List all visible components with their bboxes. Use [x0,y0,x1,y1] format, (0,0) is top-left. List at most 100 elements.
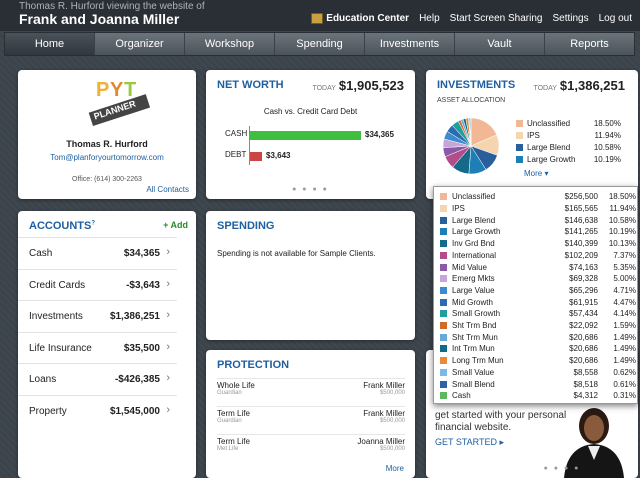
allocation-swatch [440,380,447,388]
chart-title: Cash vs. Credit Card Debt [263,107,358,116]
advisor-name: Thomas R. Hurford [66,139,148,149]
allocation-row: Sht Trm Mun $20,686 1.49% [440,331,636,343]
legend-swatch [516,132,523,139]
tab-investments[interactable]: Investments [365,33,455,55]
carousel-dots[interactable]: ● ● ● ● [206,186,415,193]
allocation-swatch [440,251,447,259]
settings-link[interactable]: Settings [552,13,588,24]
promo-text: get started with your personal financial … [435,410,567,433]
policy-row[interactable]: Whole Life Guardian Frank Miller $500,000 [217,378,405,396]
allocation-swatch [440,263,447,271]
add-account-button[interactable]: + Add [163,220,188,230]
allocation-row: Inv Grd Bnd $140,399 10.13% [440,238,636,250]
allocation-row: Emerg Mkts $69,328 5.00% [440,273,636,285]
advisor-phone: Office: (614) 300-2263 [72,176,142,183]
education-center-link[interactable]: Education Center [311,13,409,24]
advisor-card: P Y T PLANNER Thomas R. Hurford Tom@plan… [18,70,196,199]
chevron-right-icon: › [166,277,170,290]
get-started-link[interactable]: GET STARTED ▸ [435,437,504,448]
allocation-swatch [440,333,447,341]
account-row[interactable]: Investments $1,386,251 › [18,300,177,331]
tab-organizer[interactable]: Organizer [95,33,185,55]
spending-title: SPENDING [217,220,275,232]
allocation-popup: Unclassified $256,500 18.50% IPS $165,565 11.… [433,186,638,404]
allocation-pie[interactable] [442,117,500,175]
policy-row[interactable]: Term Life Guardian Frank Miller $500,000 [217,406,405,424]
svg-text:Y: Y [110,79,124,101]
legend-swatch [516,120,523,127]
policy-row[interactable]: Term Life Met Life Joanna Miller $500,000 [217,434,405,452]
spending-message: Spending is not available for Sample Cli… [217,249,376,258]
protection-more-link[interactable]: More [386,464,404,473]
chevron-right-icon: › [166,340,170,353]
account-row[interactable]: Life Insurance $35,500 › [18,331,177,363]
allocation-row: Long Trm Mun $20,686 1.49% [440,355,636,367]
allocation-swatch [440,357,447,365]
account-row[interactable]: Property $1,545,000 › [18,394,177,426]
net-worth-today: TODAY $1,905,523 [312,78,404,93]
tab-vault[interactable]: Vault [455,33,545,55]
allocation-row: Large Blend $146,638 10.58% [440,214,636,226]
advisor-email[interactable]: Tom@planforyourtomorrow.com [18,153,196,162]
bar-value-cash: $34,365 [365,130,394,139]
allocation-row: Small Value $8,558 0.62% [440,367,636,379]
allocation-row: Small Growth $57,434 4.14% [440,308,636,320]
all-contacts-link[interactable]: All Contacts [146,185,189,194]
protection-card: PROTECTION More Whole Life Guardian Frank … [206,350,415,478]
investments-today: TODAY $1,386,251 [533,78,625,93]
net-worth-title: NET WORTH [217,79,284,91]
accounts-card: ACCOUNTS? + Add Cash $34,365 › Credit Cards… [18,211,196,478]
bar-cash[interactable] [250,131,361,140]
legend-item: IPS 11.94% [516,131,621,140]
legend-item: Unclassified 18.50% [516,119,621,128]
legend-swatch [516,144,523,151]
chevron-right-icon: › [166,403,170,416]
allocation-swatch [440,392,447,400]
chevron-right-icon: › [166,309,170,321]
investments-card: INVESTMENTS TODAY $1,386,251 ASSET ALLOCA… [426,70,638,199]
allocation-swatch [440,216,447,224]
allocation-row: IPS $165,565 11.94% [440,203,636,215]
allocation-row: Mid Growth $61,915 4.47% [440,296,636,308]
chevron-right-icon: › [166,246,170,258]
allocation-swatch [440,240,447,248]
allocation-row: Sht Trm Bnd $22,092 1.59% [440,320,636,332]
top-links: Education Center Help Start Screen Shari… [311,13,632,24]
allocation-swatch [440,298,447,306]
allocation-swatch [440,286,447,294]
allocation-swatch [440,193,447,201]
legend-item: Large Growth 10.19% [516,155,621,164]
top-bar: Thomas R. Hurford viewing the website of… [0,0,640,31]
client-name: Frank and Joanna Miller [19,11,180,27]
bar-label-cash: CASH [225,129,248,138]
allocation-swatch [440,345,447,353]
net-worth-card: NET WORTH TODAY $1,905,523 Cash vs. Credi… [206,70,415,199]
allocation-swatch [440,368,447,376]
bar-debt[interactable] [250,152,262,161]
tab-reports[interactable]: Reports [545,33,634,55]
accounts-title: ACCOUNTS? [29,220,96,232]
account-row[interactable]: Loans -$426,385 › [18,363,177,394]
investments-more-link[interactable]: More ▾ [524,169,548,178]
account-row[interactable]: Credit Cards -$3,643 › [18,268,177,300]
allocation-row: Small Blend $8,518 0.61% [440,378,636,390]
allocation-row: Large Growth $141,265 10.19% [440,226,636,238]
help-link[interactable]: Help [419,13,440,24]
bar-value-debt: $3,643 [266,151,291,160]
account-row[interactable]: Cash $34,365 › [18,237,177,268]
spending-card: SPENDING Spending is not available for S… [206,211,415,340]
promo-carousel-dots[interactable]: ● ● ● ● [486,465,638,472]
allocation-row: Large Value $65,296 4.71% [440,285,636,297]
allocation-row: International $102,209 7.37% [440,250,636,262]
tab-home[interactable]: Home [5,33,95,55]
main-nav: Home Organizer Workshop Spending Investm… [4,32,635,56]
tab-spending[interactable]: Spending [275,33,365,55]
book-icon [311,13,324,24]
legend-item: Large Blend 10.58% [516,143,621,152]
logout-link[interactable]: Log out [599,13,632,24]
screen-sharing-link[interactable]: Start Screen Sharing [450,13,543,24]
tab-workshop[interactable]: Workshop [185,33,275,55]
legend-swatch [516,156,523,163]
planner-logo: P Y T [88,79,151,127]
chevron-down-icon: ▾ [544,169,549,178]
